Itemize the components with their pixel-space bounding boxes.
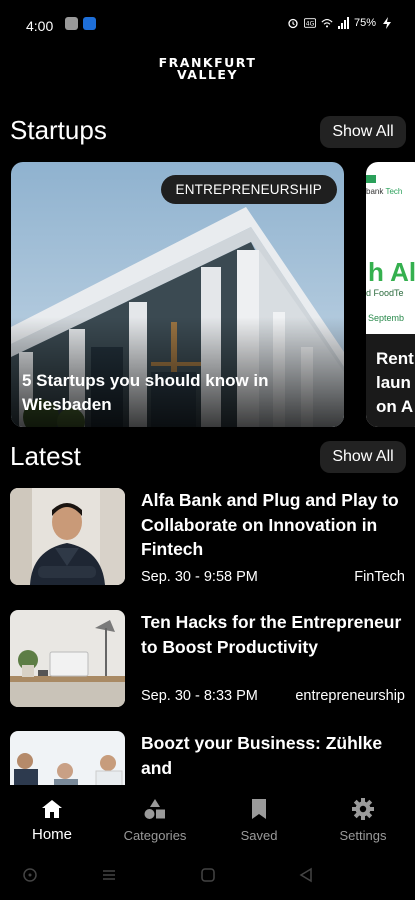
peek-card-header: bank Tech xyxy=(366,175,403,196)
startup-card-peek[interactable]: bank Tech h All d FoodTe Septemb Rent la… xyxy=(366,162,415,427)
latest-show-all-button[interactable]: Show All xyxy=(320,441,406,473)
thumbnail-desk xyxy=(10,610,125,707)
article-title[interactable]: Alfa Bank and Plug and Play to Collabora… xyxy=(141,488,411,562)
peek-title-line-2: laun xyxy=(376,373,411,392)
article-date: Sep. 30 - 8:33 PM xyxy=(141,688,258,704)
nav-settings[interactable]: Settings xyxy=(313,797,413,843)
peek-card-date: Septemb xyxy=(368,313,405,323)
peek-card-title: Rent laun on A xyxy=(376,347,414,419)
article-thumbnail xyxy=(10,610,125,707)
charging-icon xyxy=(383,17,391,29)
logo-line-2: VALLEY xyxy=(176,67,239,82)
recents-icon[interactable] xyxy=(101,867,117,883)
cell-signal-icon xyxy=(337,17,349,29)
system-navigation-bar xyxy=(0,855,415,900)
article-title[interactable]: Boozt your Business: Zühlke and xyxy=(141,731,411,780)
categories-icon xyxy=(144,799,165,819)
peek-title-line-3: on A xyxy=(376,397,414,416)
accessibility-icon[interactable] xyxy=(22,867,38,883)
svg-text:4G: 4G xyxy=(306,21,315,28)
gear-icon xyxy=(352,798,374,820)
latest-heading: Latest xyxy=(10,441,81,471)
startups-show-all-button[interactable]: Show All xyxy=(320,116,406,148)
peek-top-b: Tech xyxy=(385,187,403,196)
status-time: 4:00 xyxy=(26,18,54,34)
nav-home-label: Home xyxy=(31,826,72,843)
nav-settings-label: Settings xyxy=(339,828,387,843)
startups-heading: Startups xyxy=(10,115,107,145)
article-title[interactable]: Ten Hacks for the Entrepreneur to Boost … xyxy=(141,610,411,659)
article-category[interactable]: entrepreneurship xyxy=(295,688,405,704)
nav-saved[interactable]: Saved xyxy=(209,797,309,843)
list-item[interactable]: Ten Hacks for the Entrepreneur to Boost … xyxy=(10,610,410,710)
peek-top-a: bank xyxy=(366,187,384,196)
volte-icon: 4G xyxy=(303,18,316,28)
battery-percent: 75% xyxy=(353,17,376,29)
list-item[interactable]: Alfa Bank and Plug and Play to Collabora… xyxy=(10,488,410,588)
home-icon xyxy=(42,800,62,818)
alarm-icon xyxy=(288,18,298,29)
home-button-icon[interactable] xyxy=(200,867,216,883)
app-logo: FRANKFURT VALLEY xyxy=(0,56,415,82)
nav-categories[interactable]: Categories xyxy=(105,797,205,843)
article-date: Sep. 30 - 9:58 PM xyxy=(141,569,258,585)
startup-card[interactable]: ENTREPRENEURSHIP 5 Startups you should k… xyxy=(11,162,344,427)
peek-card-heading: h All xyxy=(368,257,415,287)
peek-title-line-1: Rent xyxy=(376,349,414,368)
wifi-signal-icon xyxy=(321,19,333,28)
peek-card-subtitle: d FoodTe xyxy=(366,288,404,298)
article-thumbnail xyxy=(10,488,125,585)
article-category[interactable]: FinTech xyxy=(354,569,405,585)
nav-saved-label: Saved xyxy=(240,828,278,843)
status-bar: 4:00 4G 75% xyxy=(0,0,415,50)
back-icon[interactable] xyxy=(298,867,314,883)
category-badge[interactable]: ENTREPRENEURSHIP xyxy=(160,175,337,204)
app-notification-icon xyxy=(65,17,78,30)
startup-card-title[interactable]: 5 Startups you should know in Wiesbaden xyxy=(22,369,322,417)
peek-logo-icon xyxy=(366,175,376,183)
nav-categories-label: Categories xyxy=(123,828,187,843)
thumbnail-portrait xyxy=(10,488,125,585)
notification-icons xyxy=(65,17,96,30)
bluetooth-app-icon xyxy=(83,17,96,30)
status-indicators: 4G 75% xyxy=(287,17,393,29)
bottom-navigation: Home Categories Saved Settings xyxy=(0,785,415,855)
nav-home[interactable]: Home xyxy=(2,797,102,843)
bookmark-icon xyxy=(252,799,266,819)
